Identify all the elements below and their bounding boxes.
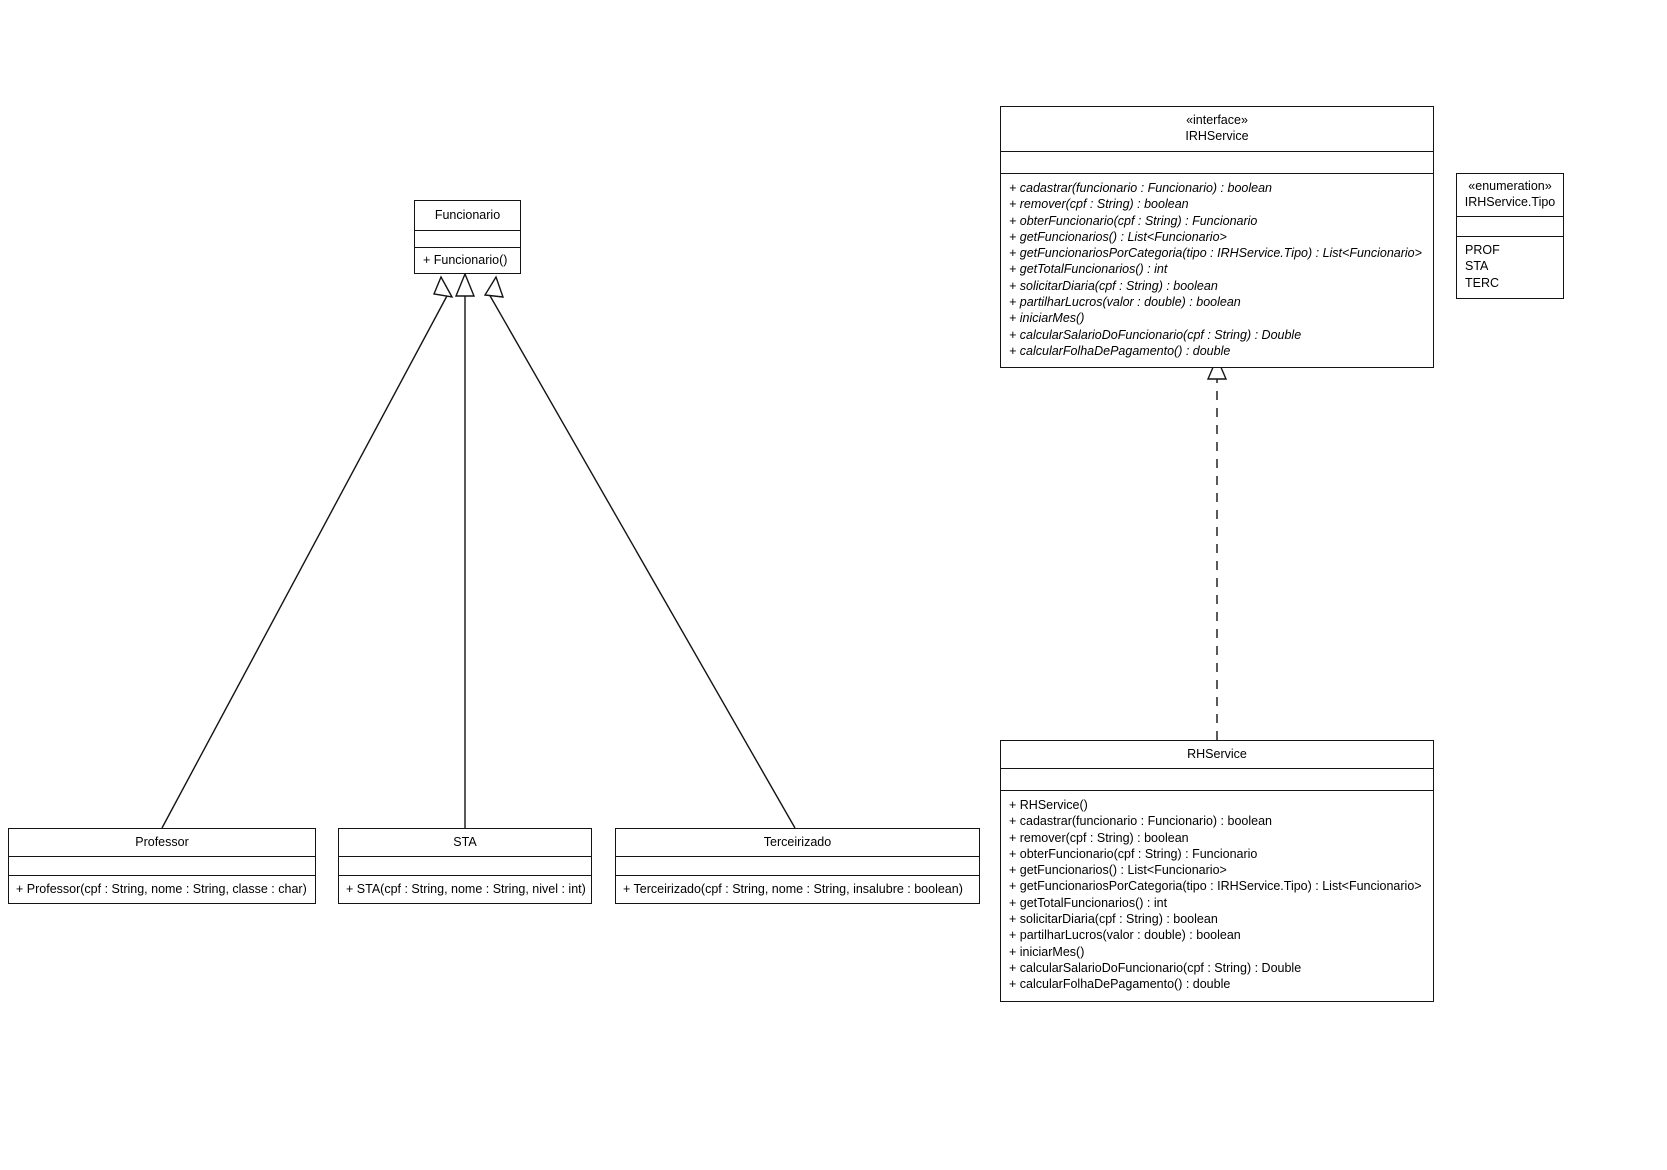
class-name-rhservice: RHService bbox=[1187, 747, 1247, 761]
class-box-irhservice[interactable]: «interface» IRHService + cadastrar(funci… bbox=[1000, 106, 1434, 369]
class-header-funcionario: Funcionario bbox=[415, 201, 520, 231]
class-attributes-irhservice bbox=[1001, 152, 1433, 174]
class-attributes-funcionario bbox=[415, 231, 520, 248]
class-box-professor[interactable]: Professor + Professor(cpf : String, nome… bbox=[8, 828, 316, 905]
diagram-canvas: Funcionario + Funcionario() Professor + … bbox=[0, 0, 1667, 1170]
generalization-terceirizado-funcionario bbox=[483, 275, 796, 829]
enum-literal-item: TERC bbox=[1465, 275, 1500, 290]
operation-item: + calcularFolhaDePagamento() : double bbox=[1009, 343, 1231, 358]
operation-item: + getTotalFuncionarios() : int bbox=[1009, 895, 1168, 910]
class-box-funcionario[interactable]: Funcionario + Funcionario() bbox=[414, 200, 521, 275]
class-operations-professor: + Professor(cpf : String, nome : String,… bbox=[9, 876, 315, 903]
class-operations-funcionario: + Funcionario() bbox=[415, 248, 520, 273]
enum-literal-item: PROF bbox=[1465, 243, 1500, 257]
class-attributes-sta bbox=[339, 857, 591, 876]
class-attributes-terceirizado bbox=[616, 857, 979, 876]
operation-item: + cadastrar(funcionario : Funcionario) :… bbox=[1009, 181, 1272, 195]
operation-item: + iniciarMes() bbox=[1009, 311, 1085, 326]
operation-item: + solicitarDiaria(cpf : String) : boolea… bbox=[1009, 278, 1218, 293]
class-stereotype-enumeration: «enumeration» bbox=[1468, 179, 1552, 193]
realization-rhservice-irhservice bbox=[1206, 356, 1228, 740]
operation-item: + STA(cpf : String, nome : String, nivel… bbox=[346, 882, 586, 896]
operation-item: + getFuncionariosPorCategoria(tipo : IRH… bbox=[1009, 246, 1422, 261]
class-attributes-professor bbox=[9, 857, 315, 876]
operation-item: + remover(cpf : String) : boolean bbox=[1009, 197, 1189, 212]
class-name-terceirizado: Terceirizado bbox=[763, 835, 832, 849]
class-operations-terceirizado: + Terceirizado(cpf : String, nome : Stri… bbox=[616, 876, 979, 903]
operation-item: + iniciarMes() bbox=[1009, 944, 1085, 959]
enum-literal-item: STA bbox=[1465, 259, 1489, 274]
operation-item: + partilharLucros(valor : double) : bool… bbox=[1009, 928, 1241, 943]
operation-item: + calcularFolhaDePagamento() : double bbox=[1009, 977, 1231, 992]
class-header-enumeration: «enumeration» IRHService.Tipo bbox=[1457, 174, 1563, 217]
operation-item: + getTotalFuncionarios() : int bbox=[1009, 262, 1168, 277]
class-operations-irhservice: + cadastrar(funcionario : Funcionario) :… bbox=[1001, 174, 1433, 367]
class-box-rhservice[interactable]: RHService + RHService() + cadastrar(func… bbox=[1000, 740, 1434, 1002]
class-header-sta: STA bbox=[339, 829, 591, 857]
class-header-terceirizado: Terceirizado bbox=[616, 829, 979, 857]
class-box-sta[interactable]: STA + STA(cpf : String, nome : String, n… bbox=[338, 828, 592, 905]
class-name-irhservice: IRHService bbox=[1185, 129, 1249, 143]
class-stereotype-irhservice: «interface» bbox=[1186, 113, 1248, 127]
operation-item: + obterFuncionario(cpf : String) : Funci… bbox=[1009, 846, 1258, 861]
generalization-professor-funcionario bbox=[161, 275, 454, 829]
operation-item: + solicitarDiaria(cpf : String) : boolea… bbox=[1009, 912, 1218, 927]
class-operations-sta: + STA(cpf : String, nome : String, nivel… bbox=[339, 876, 591, 903]
class-header-irhservice: «interface» IRHService bbox=[1001, 107, 1433, 152]
class-attributes-enumeration bbox=[1457, 217, 1563, 237]
operation-item: + getFuncionariosPorCategoria(tipo : IRH… bbox=[1009, 879, 1422, 894]
class-literals-enumeration: PROF STA TERC bbox=[1457, 237, 1563, 298]
operation-item: + obterFuncionario(cpf : String) : Funci… bbox=[1009, 213, 1258, 228]
operation-item: + calcularSalarioDoFuncionario(cpf : Str… bbox=[1009, 960, 1302, 975]
operation-item: + RHService() bbox=[1009, 798, 1088, 812]
class-name-professor: Professor bbox=[135, 835, 189, 849]
operation-item: + calcularSalarioDoFuncionario(cpf : Str… bbox=[1009, 327, 1302, 342]
class-attributes-rhservice bbox=[1001, 769, 1433, 791]
operation-item: + Terceirizado(cpf : String, nome : Stri… bbox=[623, 882, 963, 896]
class-name-funcionario: Funcionario bbox=[434, 208, 501, 222]
operation-item: + Funcionario() bbox=[423, 253, 508, 267]
operation-item: + cadastrar(funcionario : Funcionario) :… bbox=[1009, 814, 1272, 829]
operation-item: + Professor(cpf : String, nome : String,… bbox=[16, 882, 307, 896]
operation-item: + getFuncionarios() : List<Funcionario> bbox=[1009, 863, 1227, 878]
class-operations-rhservice: + RHService() + cadastrar(funcionario : … bbox=[1001, 791, 1433, 1001]
class-box-enumeration-tipo[interactable]: «enumeration» IRHService.Tipo PROF STA T… bbox=[1456, 173, 1564, 299]
class-name-enumeration: IRHService.Tipo bbox=[1464, 195, 1556, 209]
class-header-professor: Professor bbox=[9, 829, 315, 857]
class-name-sta: STA bbox=[453, 835, 477, 849]
class-header-rhservice: RHService bbox=[1001, 741, 1433, 769]
class-box-terceirizado[interactable]: Terceirizado + Terceirizado(cpf : String… bbox=[615, 828, 980, 905]
operation-item: + partilharLucros(valor : double) : bool… bbox=[1009, 295, 1241, 310]
operation-item: + getFuncionarios() : List<Funcionario> bbox=[1009, 229, 1227, 244]
operation-item: + remover(cpf : String) : boolean bbox=[1009, 830, 1189, 845]
generalization-sta-funcionario bbox=[454, 272, 476, 828]
